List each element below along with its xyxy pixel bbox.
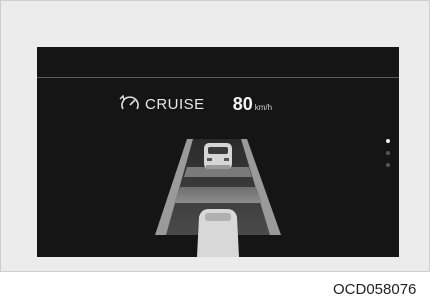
own-vehicle-icon [197, 209, 239, 257]
page-dot [386, 163, 390, 167]
illustration-frame: CRUISE 80 km/h [0, 0, 430, 272]
page-dot [386, 151, 390, 155]
distance-band-near [174, 187, 262, 203]
cluster-display: CRUISE 80 km/h [37, 47, 399, 257]
figure-code: OCD058076 [333, 281, 417, 298]
page-dot-active [386, 139, 390, 143]
page-indicator [386, 139, 392, 175]
lane-graphic [155, 139, 281, 257]
preceding-vehicle-icon [204, 143, 232, 169]
